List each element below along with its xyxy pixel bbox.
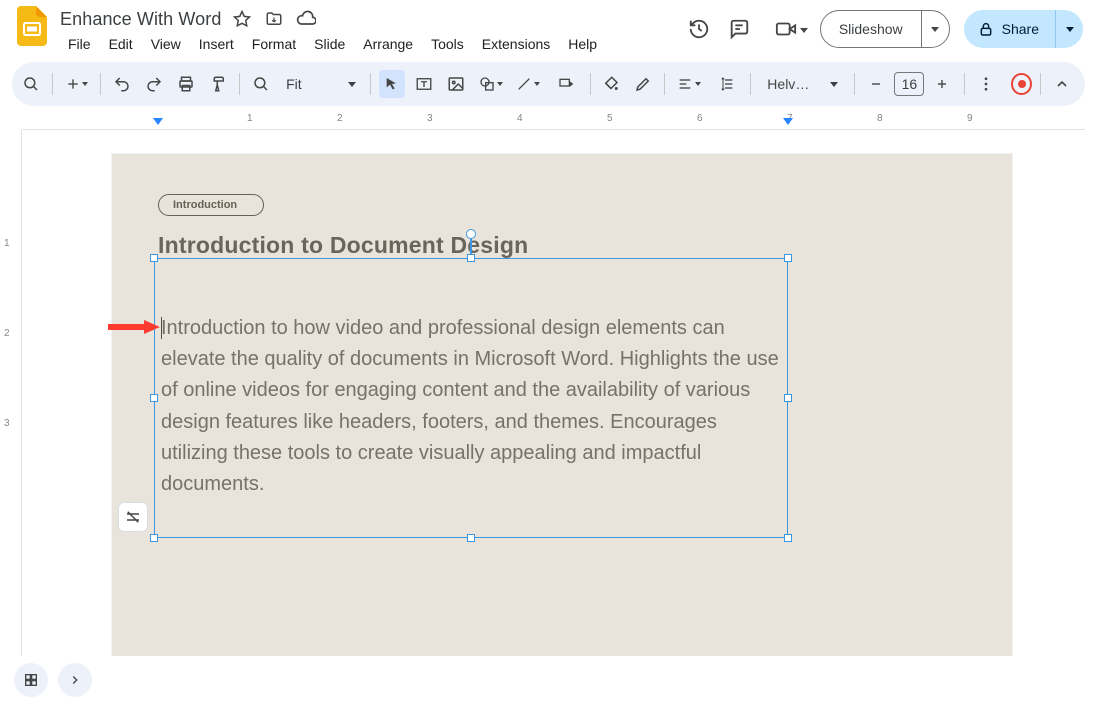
horizontal-ruler: 1 2 3 4 5 6 7 8 9 [22,112,1085,130]
slides-logo[interactable] [14,8,50,44]
menu-insert[interactable]: Insert [191,32,242,56]
grid-view-button[interactable] [14,663,48,697]
collapse-toolbar-icon[interactable] [1049,70,1075,98]
font-family-select[interactable]: Helvet… [759,70,845,98]
bottom-bar [0,656,1097,704]
cloud-saved-icon[interactable] [295,8,317,30]
paint-format-button[interactable] [205,70,231,98]
menu-edit[interactable]: Edit [101,32,141,56]
font-size-decrease[interactable] [862,70,890,98]
font-size-input[interactable] [894,72,924,96]
slideshow-label: Slideshow [839,21,903,37]
undo-button[interactable] [109,70,135,98]
menu-extensions[interactable]: Extensions [474,32,558,56]
star-icon[interactable] [231,8,253,30]
slide[interactable]: Introduction Introduction to Document De… [112,154,1012,656]
menu-arrange[interactable]: Arrange [355,32,421,56]
lock-icon [978,21,994,37]
border-color[interactable] [630,70,656,98]
linespacing-button[interactable] [711,70,743,98]
filmstrip-toggle-button[interactable] [58,663,92,697]
meet-icon[interactable] [766,16,806,42]
menu-help[interactable]: Help [560,32,605,56]
font-family-label: Helvet… [767,76,815,92]
print-button[interactable] [173,70,199,98]
record-indicator[interactable] [1011,73,1032,95]
redo-button[interactable] [141,70,167,98]
comments-icon[interactable] [726,16,752,42]
zoom-label: Fit [286,76,310,92]
fill-color[interactable] [598,70,624,98]
indent-right-marker[interactable] [783,118,793,125]
textbox-tool[interactable] [411,70,437,98]
more-tools-icon[interactable] [973,70,999,98]
font-size-increase[interactable] [928,70,956,98]
share-button[interactable]: Share [964,10,1083,48]
document-title[interactable]: Enhance With Word [60,9,221,30]
indent-left-marker[interactable] [153,118,163,125]
menu-tools[interactable]: Tools [423,32,472,56]
menu-view[interactable]: View [143,32,189,56]
vertical-ruler: 1 2 3 [0,130,22,656]
history-icon[interactable] [686,16,712,42]
speaker-notes-toggle[interactable] [118,502,148,532]
menu-format[interactable]: Format [244,32,304,56]
line-tool[interactable] [512,70,544,98]
zoom-select[interactable]: Fit [280,70,362,98]
slide-canvas[interactable]: Introduction Introduction to Document De… [22,130,1085,656]
slide-body-text[interactable]: Introduction to how video and profession… [155,259,787,537]
slide-section-pill[interactable]: Introduction [158,194,264,216]
present-controls[interactable] [550,70,582,98]
move-folder-icon[interactable] [263,8,285,30]
menu-slide[interactable]: Slide [306,32,353,56]
selected-textbox[interactable]: Introduction to how video and profession… [154,258,788,538]
image-tool[interactable] [443,70,469,98]
zoom-tool-icon[interactable] [248,70,274,98]
new-slide-button[interactable] [61,70,93,98]
align-button[interactable] [673,70,705,98]
toolbar: Fit Helvet… [12,62,1085,106]
menu-file[interactable]: File [60,32,99,56]
search-menus-icon[interactable] [18,70,44,98]
slideshow-dropdown[interactable] [921,11,949,47]
menubar: File Edit View Insert Format Slide Arran… [60,30,676,56]
annotation-arrow [108,320,160,334]
shape-tool[interactable] [475,70,507,98]
rotate-handle[interactable] [466,229,476,239]
share-dropdown[interactable] [1055,10,1083,48]
select-tool[interactable] [379,70,405,98]
slideshow-button[interactable]: Slideshow [820,10,950,48]
share-label: Share [1002,21,1039,37]
